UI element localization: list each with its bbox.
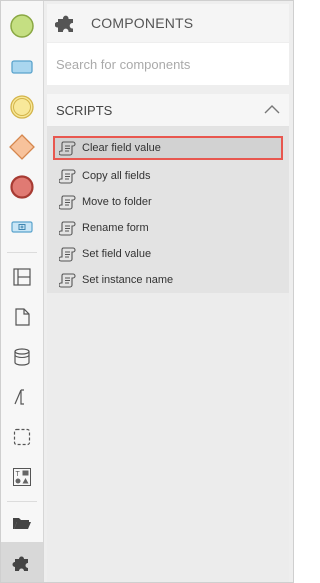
script-icon (59, 195, 76, 210)
components-panel: COMPONENTS SCRIPTS (44, 1, 293, 582)
task-tool[interactable] (1, 47, 43, 87)
toolbar: T (1, 1, 44, 582)
script-item-rename-form[interactable]: Rename form (53, 216, 283, 240)
puzzle-icon (12, 556, 28, 571)
chevron-up-icon[interactable] (264, 104, 280, 114)
start-event-tool[interactable] (1, 6, 43, 46)
script-item-label: Move to folder (82, 196, 152, 208)
folder-icon (13, 518, 31, 529)
scripts-list: Clear field value Copy all fields Move t… (47, 127, 289, 293)
script-item-set-field-value[interactable]: Set field value (53, 242, 283, 266)
annotation-icon (14, 389, 24, 405)
search-box[interactable] (47, 43, 289, 85)
form-icon: T (13, 468, 31, 486)
script-icon (59, 141, 76, 156)
script-item-label: Set field value (82, 248, 152, 260)
scripts-header[interactable]: SCRIPTS (47, 94, 289, 127)
annotation-tool[interactable] (1, 377, 43, 417)
components-header: COMPONENTS (47, 4, 289, 42)
scripts-panel: SCRIPTS Clear field value Copy all field… (47, 94, 289, 582)
end-event-icon (10, 175, 34, 199)
start-event-icon (10, 14, 34, 38)
gateway-tool[interactable] (1, 127, 43, 167)
script-icon (59, 247, 76, 262)
script-icon (59, 221, 76, 236)
group-tool[interactable] (1, 417, 43, 457)
scripts-title: SCRIPTS (56, 102, 113, 118)
script-item-copy-all-fields[interactable]: Copy all fields (53, 164, 283, 188)
pool-lane-tool[interactable] (1, 257, 43, 297)
search-input[interactable] (47, 43, 289, 85)
subprocess-tool[interactable] (1, 207, 43, 247)
group-icon (13, 428, 31, 446)
form-tool[interactable]: T (1, 457, 43, 497)
intermediate-event-icon (10, 95, 34, 119)
script-item-label: Rename form (82, 222, 149, 234)
script-item-label: Clear field value (82, 142, 161, 154)
task-icon (11, 60, 33, 74)
svg-text:T: T (16, 471, 21, 478)
folder-tool[interactable] (1, 503, 43, 543)
script-item-move-to-folder[interactable]: Move to folder (53, 190, 283, 214)
script-item-label: Copy all fields (82, 170, 151, 182)
gateway-icon (9, 134, 35, 160)
end-event-tool[interactable] (1, 167, 43, 207)
script-item-label: Set instance name (82, 274, 174, 286)
document-icon (15, 308, 30, 326)
app-frame: T COMPONENTS Search for components SCRIP… (0, 0, 294, 583)
components-tool[interactable] (1, 542, 43, 582)
intermediate-event-tool[interactable] (1, 87, 43, 127)
data-store-icon (14, 348, 30, 366)
script-icon (59, 273, 76, 288)
subprocess-icon (11, 221, 33, 233)
document-tool[interactable] (1, 297, 43, 337)
puzzle-icon (55, 15, 73, 32)
script-item-clear-field-value[interactable]: Clear field value (53, 136, 283, 160)
script-icon (59, 169, 76, 184)
pool-lane-icon (13, 268, 31, 286)
data-store-tool[interactable] (1, 337, 43, 377)
components-title: COMPONENTS (91, 15, 194, 31)
script-item-set-instance-name[interactable]: Set instance name (53, 268, 283, 292)
